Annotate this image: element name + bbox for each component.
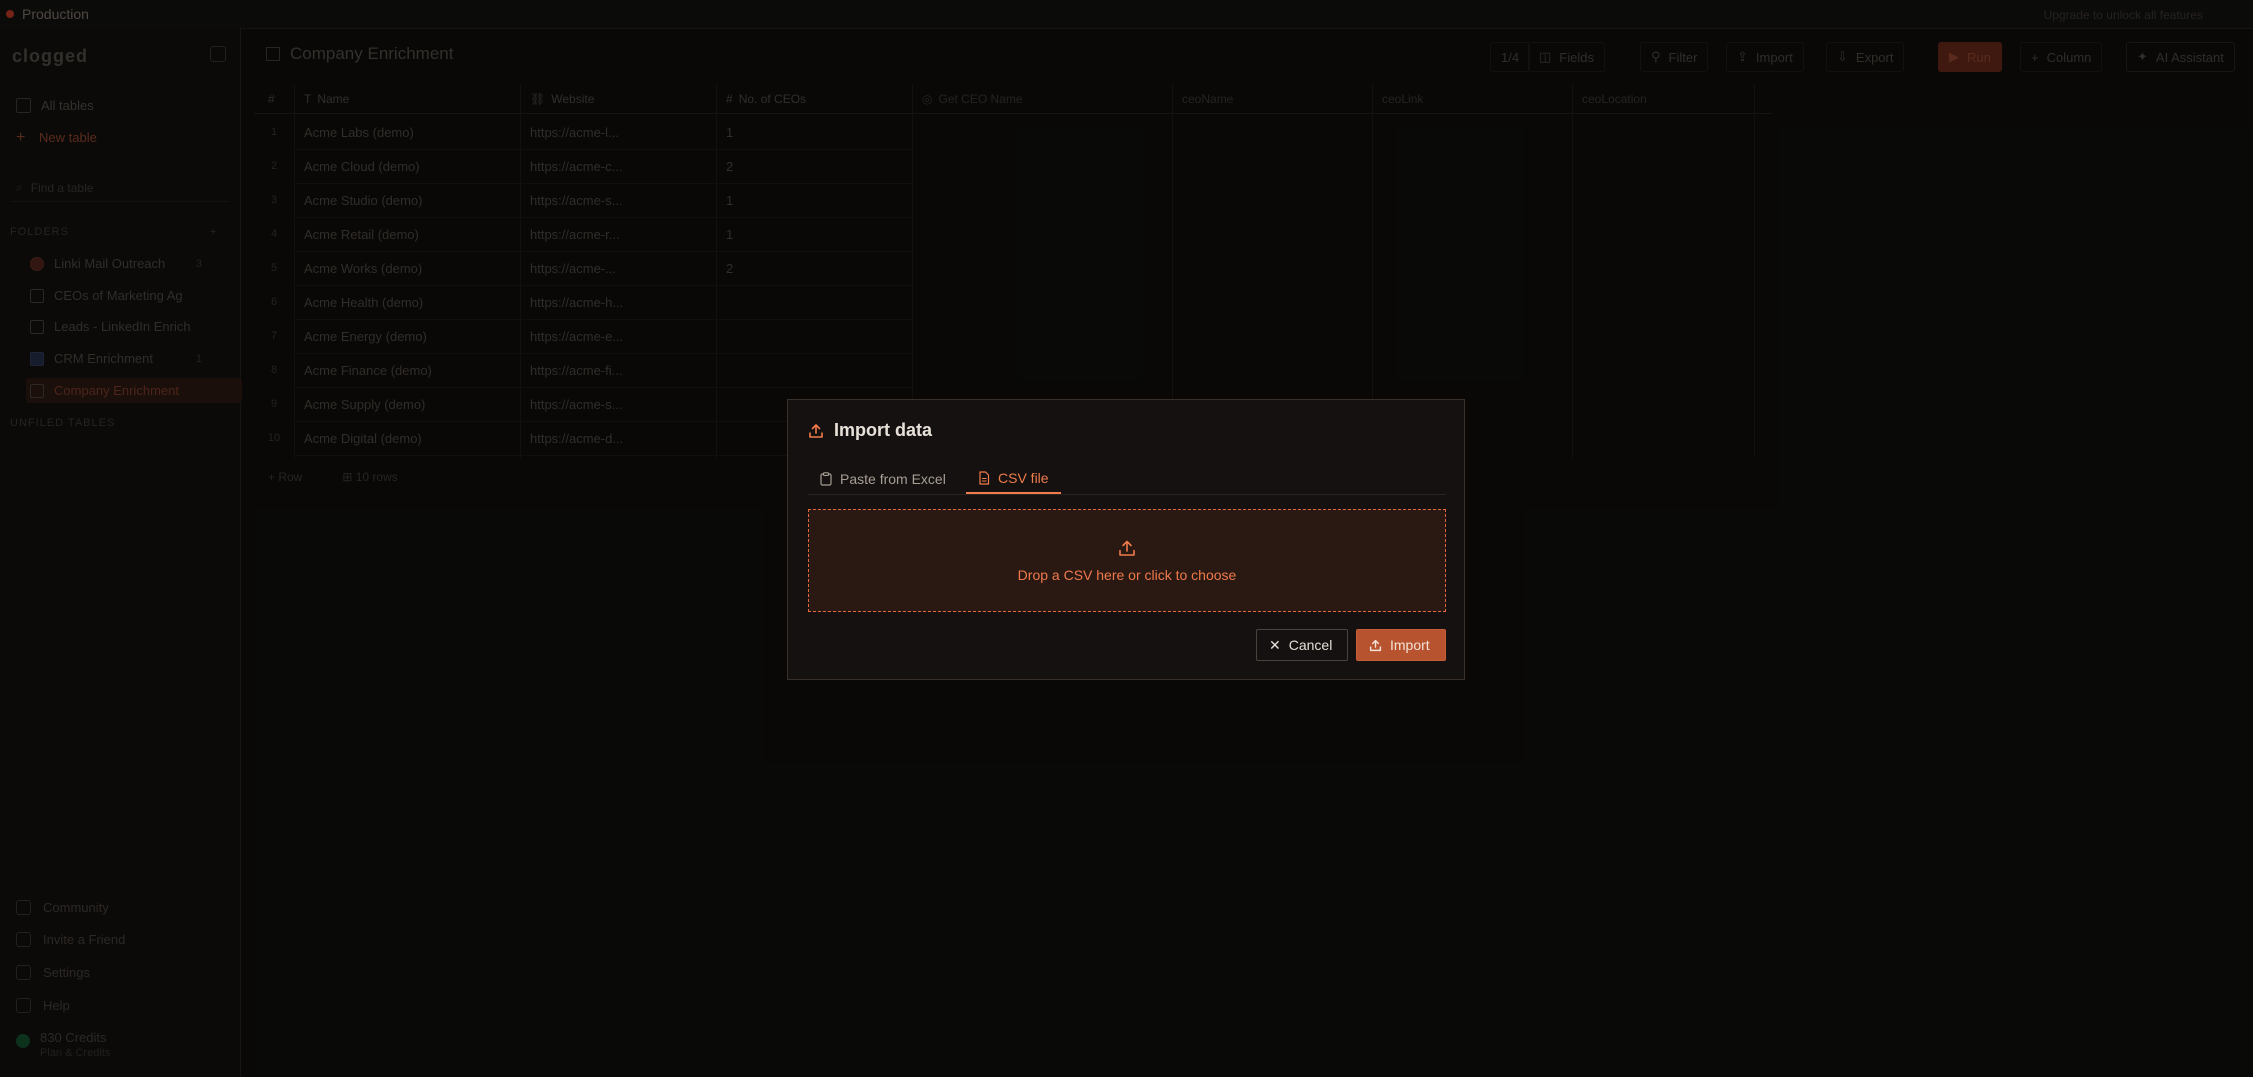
file-icon <box>979 471 990 485</box>
upload-icon <box>1119 540 1135 556</box>
upload-icon <box>809 423 823 438</box>
import-tabs: Paste from Excel CSV file <box>808 464 1446 495</box>
cancel-button[interactable]: ✕ Cancel <box>1256 629 1348 661</box>
tab-csv-file[interactable]: CSV file <box>966 464 1061 494</box>
clipboard-icon <box>820 472 832 486</box>
import-button[interactable]: Import <box>1356 629 1446 661</box>
import-data-modal: Import data Paste from Excel CSV file Dr… <box>787 399 1465 680</box>
close-icon: ✕ <box>1269 636 1281 653</box>
modal-title: Import data <box>808 420 932 441</box>
csv-dropzone[interactable]: Drop a CSV here or click to choose <box>808 509 1446 612</box>
tab-paste-from-excel[interactable]: Paste from Excel <box>808 464 958 494</box>
upload-icon <box>1369 639 1382 651</box>
dropzone-text: Drop a CSV here or click to choose <box>1017 566 1237 583</box>
